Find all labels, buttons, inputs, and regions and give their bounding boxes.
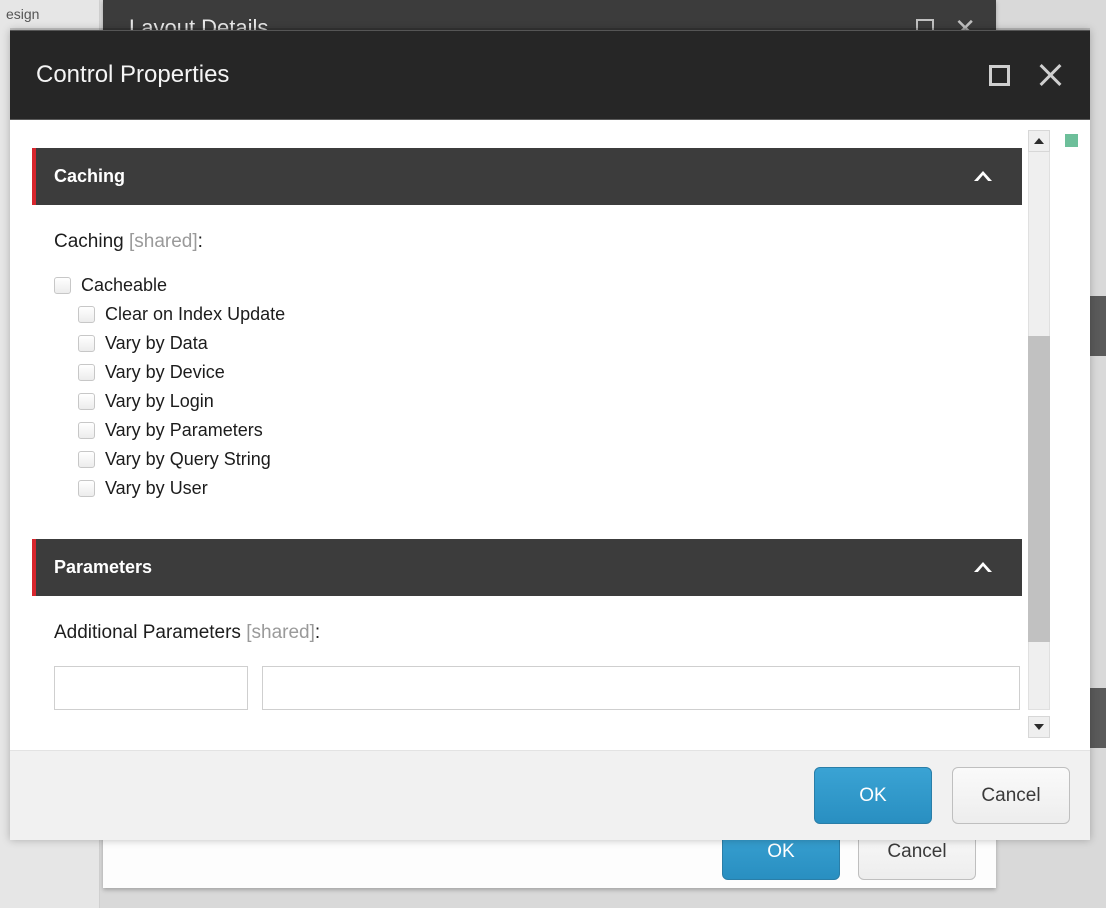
- publish-indicator-icon[interactable]: [1065, 134, 1078, 147]
- parameters-section-header[interactable]: Parameters: [32, 539, 1022, 596]
- caching-section-header[interactable]: Caching: [32, 148, 1022, 205]
- shared-tag: [shared]: [246, 622, 315, 643]
- scroll-up-button[interactable]: [1028, 130, 1050, 152]
- checkbox-label: Vary by Device: [105, 362, 225, 383]
- checkbox-vary-by-device[interactable]: Vary by Device: [32, 362, 1022, 383]
- checkbox-label: Clear on Index Update: [105, 304, 285, 325]
- checkbox-vary-by-query-string[interactable]: Vary by Query String: [32, 449, 1022, 470]
- caching-field-label: Caching [shared]:: [32, 231, 1022, 253]
- label-colon: :: [315, 622, 320, 643]
- checkbox-icon: [78, 335, 95, 352]
- checkbox-vary-by-data[interactable]: Vary by Data: [32, 333, 1022, 354]
- cancel-button[interactable]: Cancel: [952, 767, 1070, 824]
- checkbox-label: Cacheable: [81, 275, 167, 296]
- chevron-up-icon: [974, 171, 992, 183]
- checkbox-vary-by-parameters[interactable]: Vary by Parameters: [32, 420, 1022, 441]
- scroll-down-button[interactable]: [1028, 716, 1050, 738]
- shared-tag: [shared]: [129, 231, 198, 252]
- caching-section-title: Caching: [54, 166, 125, 187]
- checkbox-icon: [78, 306, 95, 323]
- parameters-section-title: Parameters: [54, 557, 152, 578]
- checkbox-clear-on-index-update[interactable]: Clear on Index Update: [32, 304, 1022, 325]
- checkbox-label: Vary by Query String: [105, 449, 271, 470]
- ok-button[interactable]: OK: [814, 767, 932, 824]
- checkbox-label: Vary by Data: [105, 333, 208, 354]
- parameter-value-input[interactable]: [262, 666, 1020, 710]
- maximize-icon[interactable]: [989, 65, 1010, 86]
- checkbox-label: Vary by Parameters: [105, 420, 263, 441]
- dialog-title: Control Properties: [36, 61, 229, 89]
- chevron-up-icon: [974, 562, 992, 574]
- dialog-header: Control Properties: [10, 30, 1090, 120]
- dialog-body: Caching Caching [shared]: Cacheable Clea…: [10, 120, 1090, 750]
- checkbox-icon: [78, 480, 95, 497]
- checkbox-icon: [78, 364, 95, 381]
- parameters-label-text: Additional Parameters: [54, 622, 246, 643]
- caching-label-text: Caching: [54, 231, 129, 252]
- dialog-content: Caching Caching [shared]: Cacheable Clea…: [32, 148, 1022, 750]
- parameters-field-label: Additional Parameters [shared]:: [32, 622, 1022, 644]
- checkbox-icon: [78, 451, 95, 468]
- close-icon[interactable]: [1038, 63, 1062, 87]
- checkbox-icon: [78, 393, 95, 410]
- checkbox-vary-by-user[interactable]: Vary by User: [32, 478, 1022, 499]
- checkbox-icon: [54, 277, 71, 294]
- checkbox-label: Vary by Login: [105, 391, 214, 412]
- scrollbar-thumb[interactable]: [1028, 336, 1050, 642]
- checkbox-icon: [78, 422, 95, 439]
- parameters-input-row: [32, 666, 1022, 710]
- checkbox-label: Vary by User: [105, 478, 208, 499]
- checkbox-vary-by-login[interactable]: Vary by Login: [32, 391, 1022, 412]
- parameter-key-input[interactable]: [54, 666, 248, 710]
- background-side-text: esign: [6, 6, 39, 22]
- dialog-footer: OK Cancel: [10, 750, 1090, 840]
- label-colon: :: [198, 231, 203, 252]
- checkbox-cacheable[interactable]: Cacheable: [32, 275, 1022, 296]
- control-properties-dialog: Control Properties Caching Caching [shar…: [10, 30, 1090, 840]
